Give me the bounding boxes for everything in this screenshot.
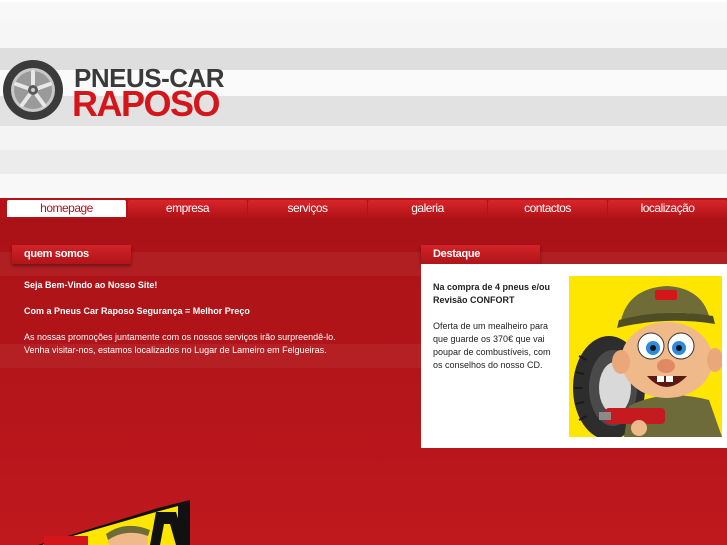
wheel-icon [3, 60, 63, 120]
welcome-text: Seja Bem-Vindo ao Nosso Site! [24, 280, 158, 290]
featured-text: Na compra de 4 pneus e/ou Revisão CONFOR… [433, 281, 555, 372]
main-nav: homepage empresa serviços galeria contac… [0, 198, 727, 218]
featured-box: Na compra de 4 pneus e/ou Revisão CONFOR… [421, 264, 727, 448]
nav-item-contactos[interactable]: contactos [488, 200, 607, 217]
about-title: quem somos [12, 245, 131, 264]
promo-banner-image[interactable] [38, 500, 190, 545]
about-body-line2: Venha visitar-nos, estamos localizados n… [24, 345, 327, 355]
tire-mascot-image[interactable] [569, 276, 722, 437]
nav-item-homepage[interactable]: homepage [7, 200, 126, 217]
logo-text-raposo: RAPOSO [72, 83, 221, 124]
nav-item-servicos[interactable]: serviços [248, 200, 367, 217]
nav-item-galeria[interactable]: galeria [368, 200, 487, 217]
slogan-text: Com a Pneus Car Raposo Segurança = Melho… [24, 306, 250, 316]
nav-item-empresa[interactable]: empresa [128, 200, 247, 217]
site-logo[interactable]: PNEUS-CAR RAPOSO [2, 59, 225, 125]
featured-title: Destaque [421, 245, 540, 264]
header: PNEUS-CAR RAPOSO [0, 0, 727, 198]
about-text: Seja Bem-Vindo ao Nosso Site! Com a Pneu… [24, 279, 404, 357]
featured-headline: Na compra de 4 pneus e/ou Revisão CONFOR… [433, 282, 551, 305]
nav-item-localizacao[interactable]: localização [608, 200, 727, 217]
about-body-line1: As nossas promoções juntamente com os no… [24, 332, 336, 342]
featured-body: Oferta de um mealheiro para que guarde o… [433, 321, 551, 370]
